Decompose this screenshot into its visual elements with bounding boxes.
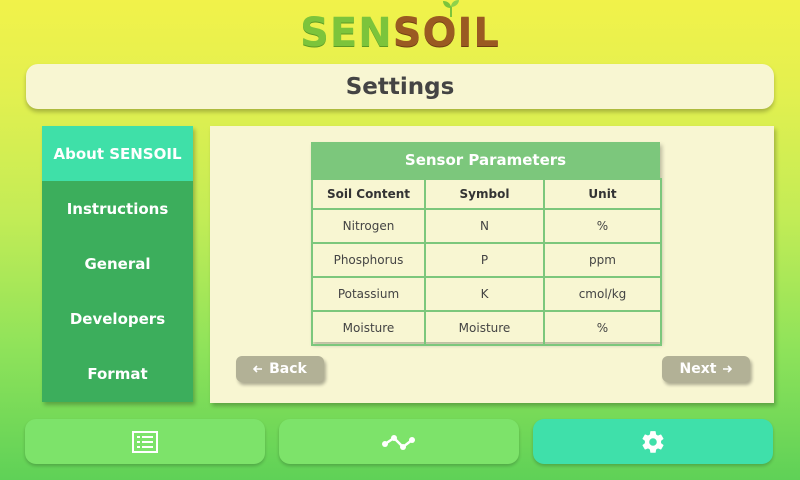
nav-list-button[interactable] bbox=[25, 419, 265, 464]
table-row: Moisture Moisture % bbox=[311, 310, 662, 346]
parameters-table: Soil Content Symbol Unit Nitrogen N % Ph… bbox=[311, 178, 662, 346]
sidebar-item-instructions[interactable]: Instructions bbox=[42, 181, 193, 236]
logo-text-o: O bbox=[423, 0, 459, 56]
nav-chart-button[interactable] bbox=[279, 419, 519, 464]
table-cell: N bbox=[424, 208, 545, 244]
settings-sidebar: About SENSOIL Instructions General Devel… bbox=[42, 126, 193, 402]
back-button[interactable]: Back bbox=[236, 356, 324, 382]
list-icon bbox=[132, 430, 158, 453]
sidebar-item-developers[interactable]: Developers bbox=[42, 291, 193, 346]
logo-text-il: IL bbox=[457, 10, 500, 56]
sidebar-item-label: General bbox=[84, 254, 151, 273]
table-cell: cmol/kg bbox=[543, 276, 662, 312]
column-header-soil-content: Soil Content bbox=[311, 178, 426, 210]
logo-text-sen: SEN bbox=[300, 10, 393, 56]
table-cell: Phosphorus bbox=[311, 242, 426, 278]
sidebar-item-label: Format bbox=[87, 364, 148, 383]
table-row: Potassium K cmol/kg bbox=[311, 276, 662, 312]
sidebar-item-about[interactable]: About SENSOIL bbox=[42, 126, 193, 181]
arrow-right-icon bbox=[723, 365, 733, 373]
column-header-unit: Unit bbox=[543, 178, 662, 210]
table-cell: % bbox=[543, 208, 662, 244]
gear-icon bbox=[642, 430, 664, 453]
sidebar-item-label: Developers bbox=[69, 309, 166, 328]
nav-settings-button[interactable] bbox=[533, 419, 773, 464]
table-cell: Nitrogen bbox=[311, 208, 426, 244]
logo-text-s: S bbox=[392, 10, 423, 56]
sidebar-item-format[interactable]: Format bbox=[42, 346, 193, 401]
back-label: Back bbox=[269, 361, 307, 377]
sensor-parameters-table: Sensor Parameters Soil Content Symbol Un… bbox=[311, 142, 662, 346]
content-panel: Sensor Parameters Soil Content Symbol Un… bbox=[210, 126, 774, 403]
table-cell: P bbox=[424, 242, 545, 278]
page-title: Settings bbox=[345, 73, 455, 100]
app-logo: SEN S O IL bbox=[0, 0, 800, 58]
sidebar-item-label: About SENSOIL bbox=[53, 144, 182, 163]
arrow-left-icon bbox=[253, 365, 263, 373]
table-row: Phosphorus P ppm bbox=[311, 242, 662, 278]
table-cell: K bbox=[424, 276, 545, 312]
table-header-row: Soil Content Symbol Unit bbox=[311, 178, 662, 210]
table-cell: Moisture bbox=[311, 310, 426, 346]
column-header-symbol: Symbol bbox=[424, 178, 545, 210]
table-cell: ppm bbox=[543, 242, 662, 278]
title-bar: Settings bbox=[26, 64, 774, 109]
sidebar-item-label: Instructions bbox=[66, 199, 169, 218]
logo-wordmark: SEN S O IL bbox=[300, 0, 500, 56]
table-cell: % bbox=[543, 310, 662, 346]
table-cell: Moisture bbox=[424, 310, 545, 346]
table-title: Sensor Parameters bbox=[311, 142, 660, 178]
chart-line-icon bbox=[382, 434, 415, 450]
sidebar-item-general[interactable]: General bbox=[42, 236, 193, 291]
next-button[interactable]: Next bbox=[662, 356, 750, 382]
table-cell: Potassium bbox=[311, 276, 426, 312]
next-label: Next bbox=[679, 361, 717, 377]
table-row: Nitrogen N % bbox=[311, 208, 662, 244]
